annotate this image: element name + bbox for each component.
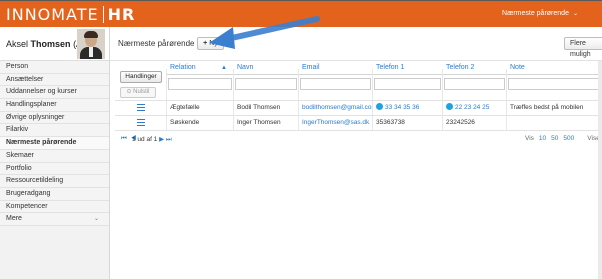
content-header: Nærmeste pårørende +Ny Flere muligh (110, 27, 602, 61)
sidebar-item-person[interactable]: Person (0, 61, 109, 74)
filter-email-input[interactable] (300, 78, 371, 90)
cell-navn: Bodil Thomsen (237, 104, 281, 111)
column-header-telefon1[interactable]: Telefon 1 (373, 61, 442, 75)
cell-note (507, 116, 602, 129)
filter-navn-input[interactable] (235, 78, 297, 90)
reset-label: Nulstil (133, 89, 150, 95)
page-size-500[interactable]: 500 (563, 135, 574, 142)
cell-email-link[interactable]: IngerThomsen@sas.dk (299, 116, 372, 129)
cell-navn: Inger Thomsen (237, 119, 281, 126)
filter-relation-input[interactable] (168, 78, 232, 90)
sidebar-item-kompetencer[interactable]: Kompetencer (0, 200, 109, 214)
column-header-label: Relation (170, 64, 196, 71)
cell-telefon1-link[interactable]: 33 34 35 36 (373, 101, 442, 114)
actions-button[interactable]: Handlinger (120, 71, 162, 83)
pager-page-text: 1 ud af 1 (132, 136, 158, 143)
filter-note-input[interactable] (508, 78, 602, 90)
cell-note: Træffes bedst på mobilen (510, 104, 584, 111)
cell-telefon1: 33 34 35 36 (385, 104, 420, 111)
sidebar-item-brugeradgang[interactable]: Brugeradgang (0, 187, 109, 201)
column-header-relation[interactable]: Relation ▲ (167, 61, 233, 75)
sidebar-item-mere-label: Mere (6, 215, 22, 223)
sidebar-item-oevrige-oplysninger[interactable]: Øvrige oplysninger (0, 111, 109, 125)
sidebar-item-mere[interactable]: Mere ⌄ (0, 213, 109, 226)
annotation-arrow-icon (209, 16, 320, 49)
profile-last-name: Thomsen (30, 39, 71, 49)
chevron-down-icon: ⌄ (572, 11, 578, 17)
skype-icon (376, 103, 383, 110)
pager-text: 1 ud af 1 ▶ ⏭ (132, 135, 172, 144)
profile-first-name: Aksel (6, 39, 29, 49)
sidebar-item-naermeste-paaroerende[interactable]: Nærmeste pårørende (0, 137, 109, 150)
sidebar: Aksel Thomsen (AT) Person Ansættelser Ud… (0, 27, 110, 279)
filter-telefon1-input[interactable] (374, 78, 441, 90)
page-title: Nærmeste pårørende (118, 39, 195, 48)
row-menu-icon[interactable] (137, 119, 145, 127)
column-header-telefon2[interactable]: Telefon 2 (443, 61, 506, 75)
column-header-navn[interactable]: Navn (234, 61, 298, 75)
cell-telefon2: 23242526 (446, 119, 475, 126)
cell-telefon2-link[interactable]: 22 23 24 25 (443, 101, 506, 114)
avatar[interactable] (77, 29, 105, 59)
sidebar-item-ansaettelser[interactable]: Ansættelser (0, 73, 109, 87)
page-size-10[interactable]: 10 (539, 135, 546, 142)
avatar-shirt (89, 47, 93, 57)
sidebar-nav: Person Ansættelser Uddannelser og kurser… (0, 61, 109, 226)
logo-text: INNOMATE (6, 5, 99, 24)
page-size-50[interactable]: 50 (551, 135, 558, 142)
page-size-label: Vis (525, 135, 534, 142)
filter-telefon2-input[interactable] (444, 78, 505, 90)
cell-telefon2: 22 23 24 25 (455, 104, 490, 111)
cell-relation: Ægtefælle (170, 104, 200, 111)
cell-telefon1: 35363738 (376, 119, 405, 126)
user-menu-label: Nærmeste pårørende (502, 10, 569, 17)
more-options-label: Flere muligh (570, 40, 591, 58)
user-menu[interactable]: Nærmeste pårørende ⌄ (502, 10, 578, 17)
logo-separator (102, 6, 104, 23)
page-size-selector: Vis 10 50 500 (525, 135, 574, 142)
sidebar-item-ressourcetildeling[interactable]: Ressourcetildeling (0, 175, 109, 188)
profile-header: Aksel Thomsen (AT) (0, 27, 109, 61)
vertical-scrollbar[interactable] (598, 61, 602, 279)
more-options-button[interactable]: Flere muligh (564, 37, 602, 58)
sidebar-item-skemaer[interactable]: Skemaer (0, 149, 109, 163)
app-logo[interactable]: INNOMATE HR (6, 5, 135, 24)
avatar-hair (84, 31, 98, 38)
chevron-down-icon: ⌄ (93, 216, 99, 223)
sort-ascending-icon: ▲ (221, 65, 227, 71)
row-divider (115, 130, 602, 131)
sidebar-item-uddannelser[interactable]: Uddannelser og kurser (0, 86, 109, 100)
cell-email-link[interactable]: bodilthomsen@gmail.com (299, 101, 372, 114)
pager: ⏮ ◀ 1 ud af 1 ▶ ⏭ Vis 10 50 500 Viser (115, 133, 602, 145)
sidebar-item-filarkiv[interactable]: Filarkiv (0, 124, 109, 138)
skype-icon (446, 103, 453, 110)
sidebar-item-handlingsplaner[interactable]: Handlingsplaner (0, 99, 109, 112)
cell-relation: Søskende (170, 119, 200, 126)
reset-filters-button[interactable]: ⊙ Nulstil (120, 87, 156, 98)
column-header-email[interactable]: Email (299, 61, 372, 75)
column-header-note[interactable]: Note (507, 61, 602, 75)
pager-next-last-icon[interactable]: ▶ ⏭ (159, 136, 172, 143)
relatives-grid: Handlinger ⊙ Nulstil Relation ▲ Navn Emai… (110, 61, 602, 279)
logo-hr: HR (107, 5, 136, 24)
row-menu-icon[interactable] (137, 104, 145, 112)
sidebar-item-portfolio[interactable]: Portfolio (0, 162, 109, 176)
